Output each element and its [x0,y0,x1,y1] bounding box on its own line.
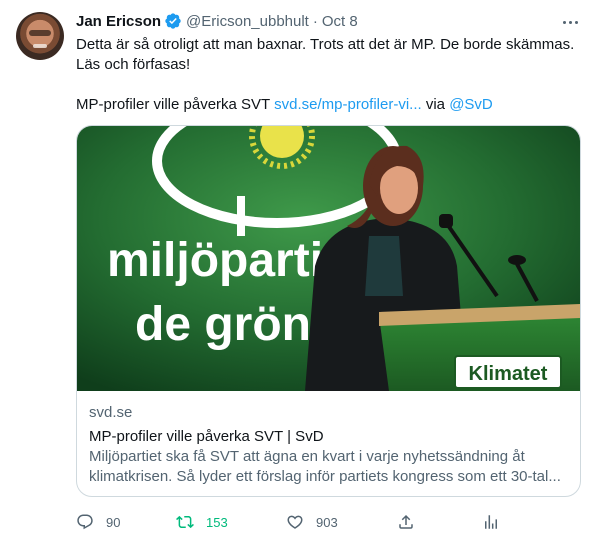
banner-text-line2: de grön [135,298,311,351]
author-handle[interactable]: @Ericson_ubbhult [186,13,309,30]
retweet-count: 153 [206,514,228,530]
card-title: MP-profiler ville påverka SVT | SvD [89,428,324,445]
retweet-icon [176,515,194,529]
tweet-text-line: Detta är så otroligt att man baxnar. Tro… [76,36,575,53]
share-via: via [421,96,450,113]
reply-icon [77,514,93,530]
share-prefix: MP-profiler ville påverka SVT [76,96,275,113]
tweet-share-line: MP-profiler ville påverka SVT svd.se/mp-… [76,95,580,115]
tweet[interactable]: Jan Ericson @Ericson_ubbhult · Oct 8 Det… [0,0,589,544]
like-button[interactable]: 903 [286,512,338,532]
card-image-scene: miljöparti de grön Klimatet [77,126,580,391]
retweet-button[interactable]: 153 [176,512,228,532]
podium-sign-text: Klimatet [469,363,548,385]
share-button[interactable] [397,512,415,532]
card-domain: svd.se [89,404,133,421]
card-description: Miljöpartiet ska få SVT att ägna en kvar… [89,448,561,485]
tweet-text-line: Läs och förfasas! [76,56,191,73]
analytics-icon [485,515,497,529]
reply-button[interactable]: 90 [76,512,120,532]
separator-dot: · [312,12,318,30]
tweet-text: Detta är så otroligt att man baxnar. Tro… [76,35,580,115]
banner-text-line1: miljöparti [107,234,323,287]
action-bar: 90 153 903 [76,512,581,532]
share-icon [399,514,413,529]
like-count: 903 [316,514,338,530]
verified-badge-icon [165,13,181,29]
author-name[interactable]: Jan Ericson [76,13,161,30]
card-meta[interactable]: svd.se MP-profiler ville påverka SVT | S… [89,403,569,487]
avatar[interactable] [16,12,64,60]
more-icon[interactable] [560,12,580,32]
mention-link[interactable]: @SvD [449,96,493,113]
article-link[interactable]: svd.se/mp-profiler-vi... [274,96,422,113]
card-image[interactable]: miljöparti de grön Klimatet [77,126,580,391]
tweet-date[interactable]: Oct 8 [322,13,358,30]
link-card[interactable]: miljöparti de grön Klimatet svd.se MP-pr… [76,125,581,497]
reply-count: 90 [106,514,121,530]
analytics-button[interactable] [482,512,500,532]
tweet-header: Jan Ericson @Ericson_ubbhult · Oct 8 [76,11,358,31]
like-icon [287,515,303,529]
